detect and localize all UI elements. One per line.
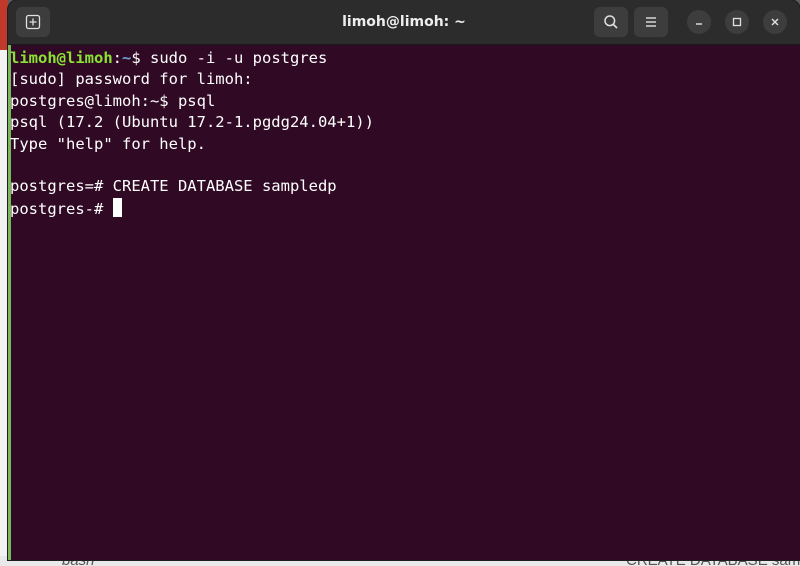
command-text: sudo -i -u postgres (150, 49, 328, 67)
terminal-line: postgres@limoh:~$ psql (10, 91, 216, 110)
prompt-user: limoh@limoh (10, 49, 113, 67)
prompt-separator: : (112, 49, 122, 67)
terminal-output[interactable]: limoh@limoh:~$ sudo -i -u postgres [sudo… (8, 45, 800, 560)
terminal-window: limoh@limoh: ~ limoh@limoh:~$ sudo -i -u… (8, 0, 800, 560)
background-window-accent (0, 0, 8, 50)
minimize-icon (696, 23, 702, 25)
scrollbar[interactable] (796, 45, 800, 560)
maximize-icon (732, 17, 742, 27)
terminal-line: postgres=# CREATE DATABASE sampledp (10, 177, 337, 196)
close-icon (771, 18, 779, 26)
background-window-left (0, 0, 8, 566)
search-icon (604, 15, 618, 29)
text-cursor (112, 197, 122, 217)
window-title: limoh@limoh: ~ (342, 14, 466, 30)
terminal-line: [sudo] password for limoh: (10, 70, 253, 89)
prompt-path: ~ (122, 49, 132, 67)
search-button[interactable] (594, 7, 628, 37)
terminal-line: Type "help" for help. (10, 134, 206, 153)
terminal-input-line: postgres-# (10, 197, 800, 219)
minimize-button[interactable] (687, 10, 711, 34)
close-button[interactable] (763, 10, 787, 34)
titlebar[interactable]: limoh@limoh: ~ (8, 0, 800, 45)
menu-button[interactable] (634, 7, 668, 37)
hamburger-menu-icon (646, 17, 656, 27)
continuation-prompt: postgres-# (10, 199, 113, 218)
terminal-line: psql (17.2 (Ubuntu 17.2-1.pgdg24.04+1)) (10, 113, 374, 132)
terminal-line: limoh@limoh:~$ sudo -i -u postgres (10, 48, 800, 69)
prompt-symbol: $ (131, 49, 151, 67)
desktop: bash CREATE DATABASE sampled limoh@limoh… (0, 0, 800, 566)
maximize-button[interactable] (725, 10, 749, 34)
